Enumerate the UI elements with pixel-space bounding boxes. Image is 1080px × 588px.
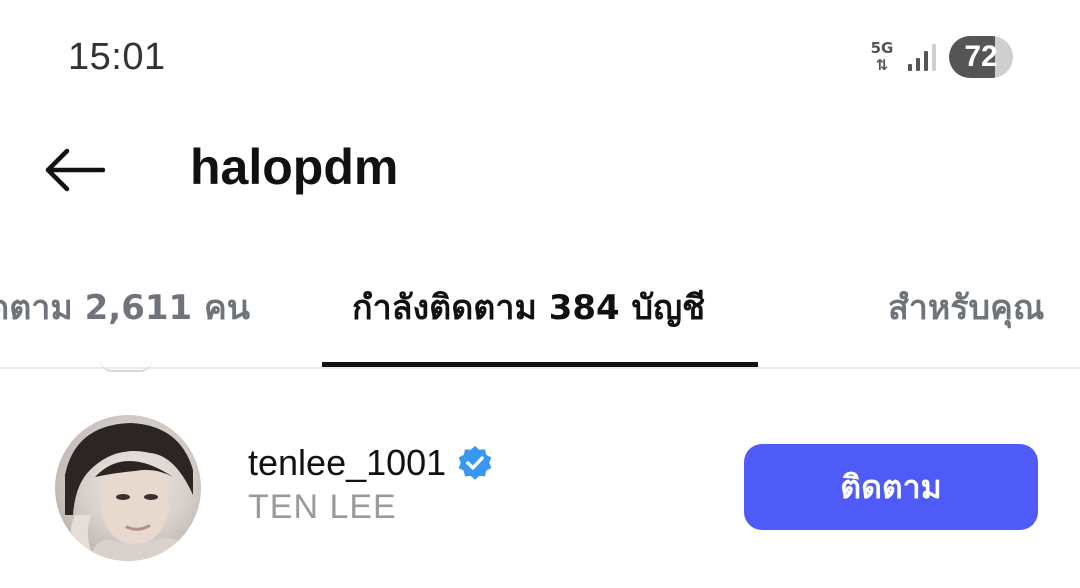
battery-icon: 72 [949,36,1013,78]
tab-followers[interactable]: ผู้ติดตาม 2,611 คน [0,282,250,334]
battery-level: 72 [964,40,998,73]
tab-for-you[interactable]: สำหรับคุณ [888,282,1044,334]
network-type-label: 5G [870,39,894,57]
avatar[interactable] [55,415,201,561]
back-arrow-icon [45,148,105,192]
username-row[interactable]: tenlee_1001 [248,440,494,486]
full-name: TEN LEE [248,488,397,526]
username[interactable]: tenlee_1001 [248,442,446,484]
back-button[interactable] [30,130,120,210]
verified-badge-icon [458,445,492,480]
signal-icon [908,44,936,71]
network-5g-icon: 5G ⇅ [868,40,896,76]
tab-divider [0,367,1080,369]
follow-button[interactable]: ติดตาม [744,444,1038,530]
status-time: 15:01 [68,36,166,78]
tab-following[interactable]: กำลังติดตาม 384 บัญชี [352,282,705,334]
data-arrows-icon: ⇅ [875,56,889,74]
page-title: halopdm [190,139,399,195]
avatar-photo [65,423,193,561]
previous-item-edge [100,360,152,372]
screen: 15:01 5G ⇅ 72 halopdm ผู้ติดตาม 2,611 คน… [0,0,1080,588]
